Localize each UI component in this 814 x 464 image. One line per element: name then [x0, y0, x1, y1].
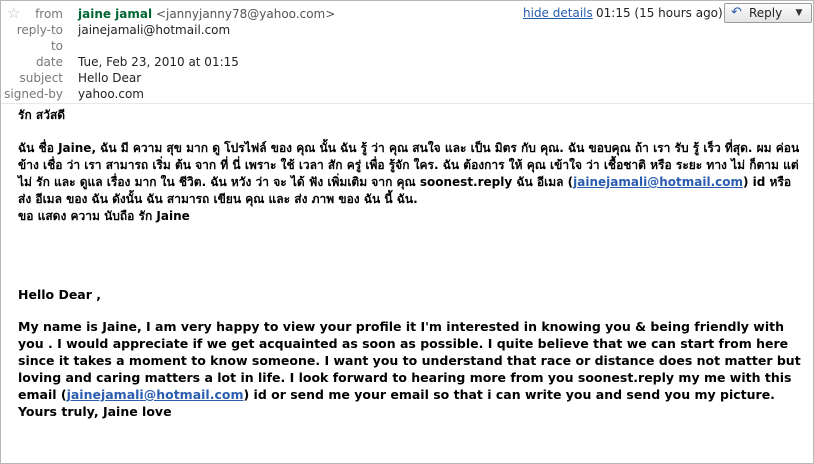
sender-email: <jannyjanny78@yahoo.com> [155, 7, 336, 21]
english-paragraph: My name is Jaine, I am very happy to vie… [18, 318, 808, 420]
chevron-down-icon: ▼ [795, 8, 803, 18]
thai-greeting: รัก สวัสดี [18, 108, 66, 122]
to-row: to [1, 38, 521, 54]
english-text-part-2: ) id or send me your email so that i can… [243, 387, 775, 402]
thai-email-link[interactable]: jainejamali@hotmail.com [573, 175, 743, 189]
date-row: date Tue, Feb 23, 2010 at 01:15 [1, 54, 521, 70]
hide-details-link[interactable]: hide details [523, 6, 593, 20]
replyto-row: reply-to jainejamali@hotmail.com [1, 22, 521, 38]
reply-arrow-icon: ↶ [731, 5, 742, 20]
thai-signature: ขอ แสดง ความ นับถือ รัก Jaine [18, 209, 190, 223]
reply-button[interactable]: ↶ Reply [724, 3, 788, 23]
signedby-label: signed-by [4, 87, 63, 101]
sender[interactable]: jaine jamal <jannyjanny78@yahoo.com> [78, 6, 335, 22]
date-value: Tue, Feb 23, 2010 at 01:15 [78, 55, 239, 69]
to-label: to [50, 39, 63, 53]
date-label: date [35, 55, 63, 69]
replyto-label: reply-to [16, 23, 63, 37]
replyto-value: jainejamali@hotmail.com [78, 23, 231, 37]
from-label: from [35, 7, 63, 21]
reply-options-dropdown[interactable]: ▼ [787, 3, 812, 23]
message-time: 01:15 (15 hours ago) [596, 6, 723, 20]
sender-name[interactable]: jaine jamal [78, 7, 152, 21]
subject-value: Hello Dear [78, 71, 142, 85]
signedby-value: yahoo.com [78, 87, 144, 101]
email-message-panel: ☆ from jaine jamal <jannyjanny78@yahoo.c… [0, 0, 814, 464]
reply-button-label: Reply [749, 6, 783, 20]
subject-label: subject [19, 71, 64, 85]
from-row: from jaine jamal <jannyjanny78@yahoo.com… [1, 6, 521, 22]
subject-row: subject Hello Dear [1, 70, 521, 86]
english-signature: Yours truly, Jaine love [18, 404, 172, 419]
header-divider [1, 103, 813, 104]
english-greeting: Hello Dear , [18, 287, 102, 302]
signedby-row: signed-by yahoo.com [1, 86, 521, 102]
thai-paragraph: ฉัน ชื่อ Jaine, ฉัน มี ความ สุข มาก ดู โ… [18, 140, 808, 225]
english-email-link[interactable]: jainejamali@hotmail.com [67, 387, 244, 402]
